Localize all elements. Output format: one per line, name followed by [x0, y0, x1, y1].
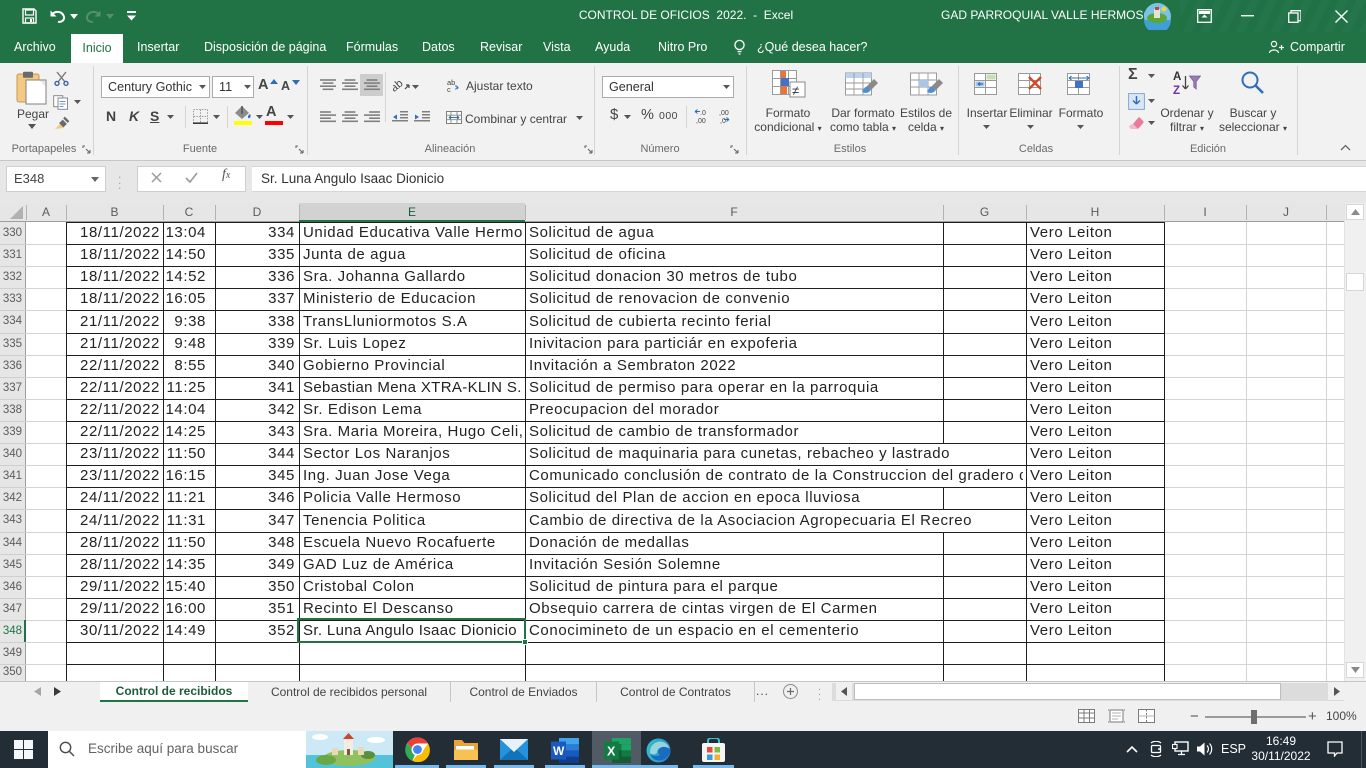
svg-text:X: X [607, 745, 616, 759]
svg-text:,00: ,00 [719, 110, 729, 117]
svg-text:ab: ab [393, 77, 405, 94]
svg-text:,0: ,0 [720, 118, 726, 124]
svg-text:A: A [1173, 71, 1181, 83]
svg-text:c: c [447, 85, 451, 93]
svg-text:Z: Z [1173, 85, 1180, 96]
svg-text:,00: ,00 [696, 118, 706, 124]
svg-text:.0: .0 [700, 110, 706, 117]
svg-text:≠: ≠ [792, 83, 799, 98]
svg-text:W: W [553, 744, 565, 758]
